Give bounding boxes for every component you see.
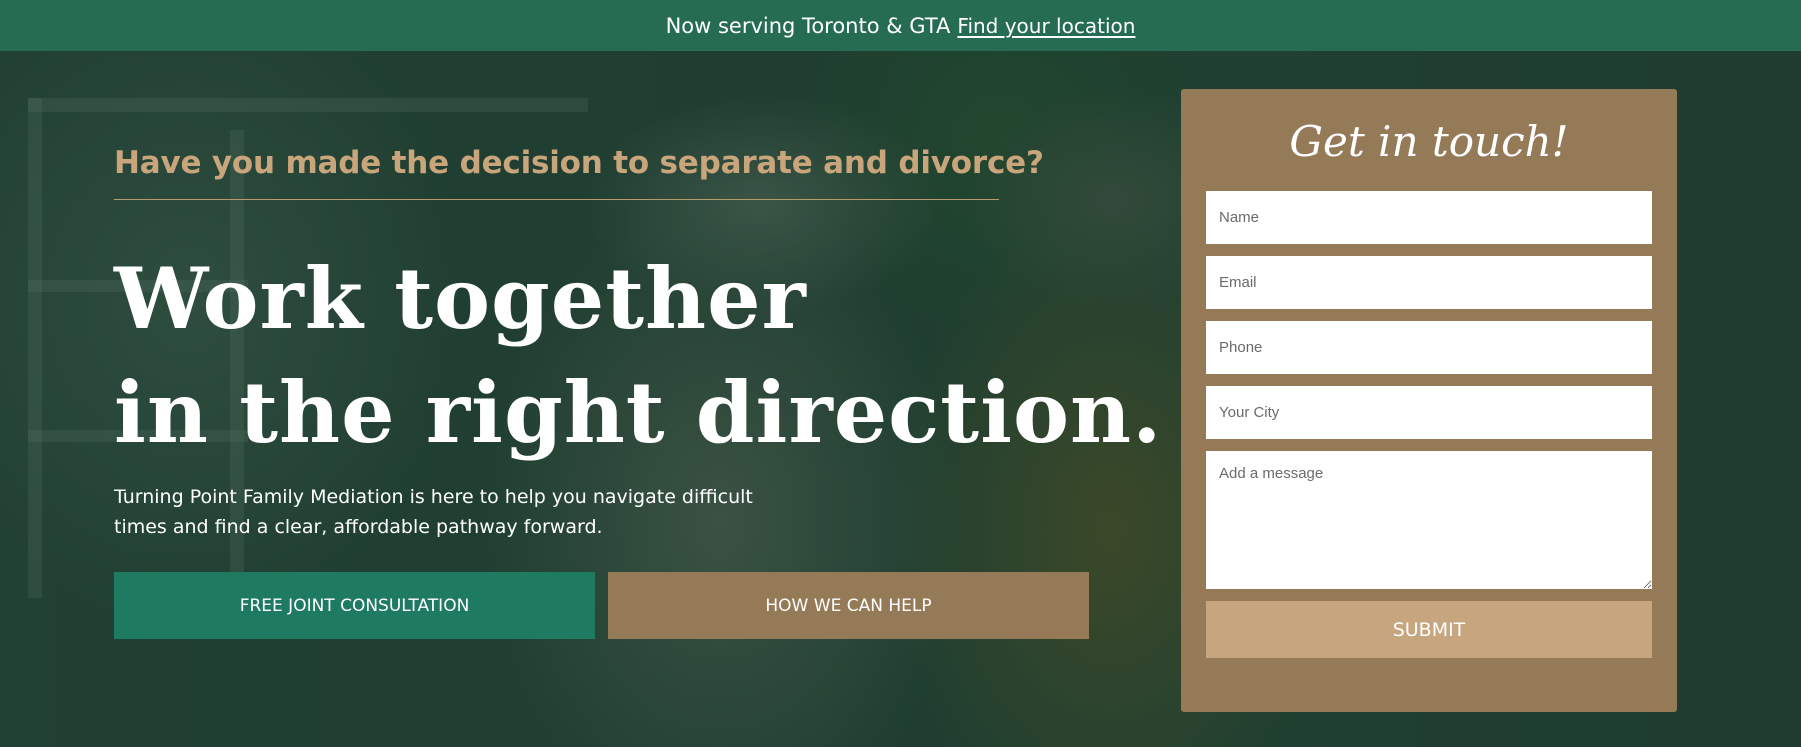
phone-field[interactable] xyxy=(1206,321,1652,374)
contact-form-title: Get in touch! xyxy=(1289,117,1569,166)
hero-intro-text: Turning Point Family Mediation is here t… xyxy=(114,486,753,538)
free-joint-consultation-button[interactable]: FREE JOINT CONSULTATION xyxy=(114,572,595,639)
hero-cta-row: FREE JOINT CONSULTATION HOW WE CAN HELP xyxy=(114,572,1089,639)
how-we-can-help-button[interactable]: HOW WE CAN HELP xyxy=(608,572,1089,639)
hero-content: Have you made the decision to separate a… xyxy=(114,145,1163,639)
hero-headline-line-1: Work together xyxy=(114,249,807,348)
email-field[interactable] xyxy=(1206,256,1652,309)
message-field[interactable] xyxy=(1206,451,1652,589)
contact-form: Get in touch! SUBMIT xyxy=(1181,89,1677,712)
name-field[interactable] xyxy=(1206,191,1652,244)
find-location-link[interactable]: Find your location xyxy=(957,14,1135,38)
submit-button[interactable]: SUBMIT xyxy=(1206,601,1652,658)
announcement-bar: Now serving Toronto & GTA Find your loca… xyxy=(0,0,1801,51)
announcement-text: Now serving Toronto & GTA xyxy=(665,13,951,38)
hero-headline: Work together in the right direction. xyxy=(114,242,1163,470)
hero-eyebrow-question: Have you made the decision to separate a… xyxy=(114,145,1044,200)
hero-headline-line-2: in the right direction. xyxy=(114,363,1163,462)
city-field[interactable] xyxy=(1206,386,1652,439)
